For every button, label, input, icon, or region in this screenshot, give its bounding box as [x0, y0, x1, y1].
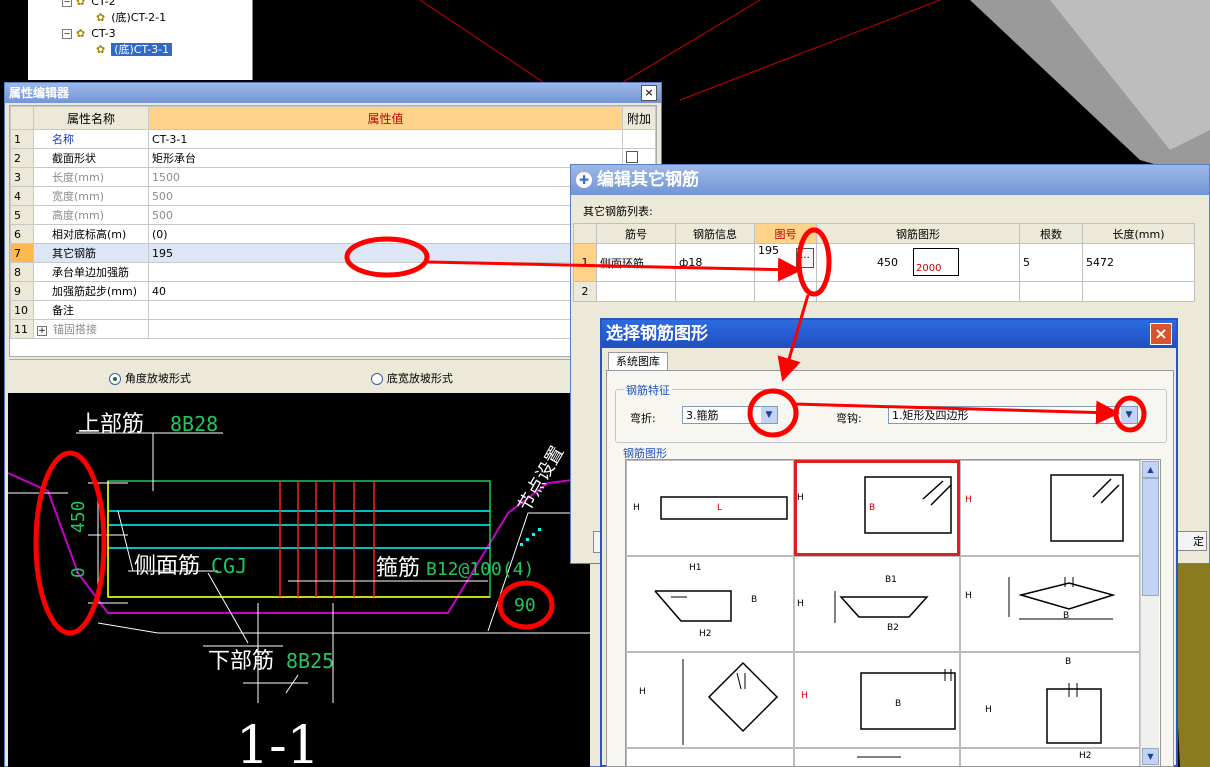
figure-picker-button[interactable]: ... [796, 248, 814, 268]
rebar-table: 筋号 钢筋信息 图号 钢筋图形 根数 长度(mm) 1 侧面环筋 ф18 195… [573, 223, 1195, 302]
rebar-list-label: 其它钢筋列表: [583, 205, 653, 218]
property-row[interactable]: 4 宽度(mm) 500 [10, 186, 656, 206]
shape-option[interactable]: H2 [960, 748, 1140, 766]
col-figure-no[interactable]: 图号 [754, 223, 817, 244]
extra-checkbox[interactable] [626, 150, 638, 163]
property-row[interactable]: 8 承台单边加强筋 [10, 262, 656, 282]
rebar-row[interactable]: 2 [573, 281, 1195, 302]
component-tree: − ✿ CT-2 ✿ (底)CT-2-1 − ✿ CT-3 ✿ (底)CT-3-1 [28, 0, 253, 80]
bottom-bar-label: 下部筋 [208, 649, 274, 674]
section-title: 1-1 [236, 716, 320, 767]
top-bar-value: 8B28 [170, 412, 218, 436]
tab-panel: 钢筋特征 弯折: 3.箍筋 ▼ 弯钩: 1.矩形及四边形 ▼ 钢筋图形 H L … [606, 370, 1174, 767]
dim-0-label: 0 [68, 567, 89, 578]
shape-option[interactable]: H B [960, 556, 1140, 652]
col-rebar-no[interactable]: 筋号 [596, 223, 676, 244]
vertical-scrollbar[interactable]: ▲ ▼ [1140, 460, 1159, 766]
property-row[interactable]: 5 高度(mm) 500 [10, 205, 656, 225]
shape-option[interactable]: H [960, 460, 1140, 556]
section-drawing: 上部筋 8B28 侧面筋 CGJ 箍筋 B12@100(4) 下部筋 8B25 … [8, 393, 590, 767]
select-shape-titlebar[interactable]: 选择钢筋图形 × [602, 320, 1176, 348]
side-bar-label: 侧面筋 [134, 554, 200, 579]
property-row[interactable]: 9 加强筋起步(mm) 40 [10, 281, 656, 301]
col-length[interactable]: 长度(mm) [1082, 223, 1195, 244]
scroll-down-icon[interactable]: ▼ [1142, 748, 1159, 765]
rebar-shape-thumbnail: 2000 [913, 248, 959, 276]
tree-item-ct-3[interactable]: − ✿ CT-3 [62, 26, 116, 42]
shape-option[interactable]: B H [960, 652, 1140, 748]
close-button[interactable]: × [641, 85, 657, 101]
shape-gallery: H L H B H H1 B H2 B1 H B2 H B H H B B H … [625, 459, 1161, 767]
property-row[interactable]: 11 + 锚固搭接 [10, 319, 656, 339]
top-bar-label: 上部筋 [78, 412, 144, 437]
scroll-thumb[interactable] [1142, 478, 1159, 596]
hook-select[interactable]: 1.矩形及四边形 ▼ [888, 406, 1138, 424]
feature-group: 钢筋特征 弯折: 3.箍筋 ▼ 弯钩: 1.矩形及四边形 ▼ [615, 382, 1167, 443]
radio-unselected-icon [371, 372, 383, 385]
slope-options: 角度放坡形式 底宽放坡形式 [9, 359, 655, 392]
shape-option[interactable]: H B [794, 652, 960, 748]
property-row-selected[interactable]: 7 其它钢筋 195 [10, 243, 656, 263]
property-row[interactable]: 1 名称 CT-3-1 [10, 129, 656, 149]
col-header-name[interactable]: 属性名称 [33, 106, 149, 130]
col-header-value[interactable]: 属性值 [148, 106, 623, 130]
scroll-up-icon[interactable]: ▲ [1142, 461, 1159, 478]
side-bar-value: CGJ [211, 554, 247, 578]
shape-option[interactable]: B1 H B2 [794, 556, 960, 652]
tree-item-ct-3-1[interactable]: ✿ (底)CT-3-1 [96, 42, 173, 58]
tree-item-ct-2[interactable]: − ✿ CT-2 [62, 0, 116, 10]
component-icon: ✿ [76, 0, 86, 8]
bottom-bar-value: 8B25 [286, 649, 334, 673]
rebar-shape-cell[interactable]: 450 2000 [816, 243, 1020, 282]
property-row[interactable]: 10 备注 [10, 300, 656, 320]
property-row[interactable]: 6 相对底标高(m) (0) [10, 224, 656, 244]
tab-system-library[interactable]: 系统图库 [608, 352, 668, 371]
col-header-extra[interactable]: 附加 [622, 106, 656, 130]
property-row[interactable]: 2 截面形状 矩形承台 [10, 148, 656, 168]
col-rebar-shape[interactable]: 钢筋图形 [816, 223, 1020, 244]
select-shape-window: 选择钢筋图形 × 系统图库 钢筋特征 弯折: 3.箍筋 ▼ 弯钩: 1.矩形及四… [600, 318, 1178, 767]
rebar-row[interactable]: 1 侧面环筋 ф18 195 ... 450 2000 5 5472 [573, 243, 1195, 282]
edit-rebar-titlebar[interactable]: ✚ 编辑其它钢筋 [571, 165, 1209, 195]
stirrup-label: 箍筋 [376, 556, 420, 581]
shape-option[interactable]: H1 B H2 [626, 556, 794, 652]
expand-icon[interactable]: + [37, 326, 47, 336]
chevron-down-icon[interactable]: ▼ [1121, 407, 1137, 423]
radio-selected-icon [109, 372, 121, 385]
shape-option[interactable]: H L [626, 460, 794, 556]
app-icon: ✚ [576, 172, 592, 188]
stirrup-value: B12@100(4) [426, 559, 534, 580]
radio-width-slope[interactable]: 底宽放坡形式 [371, 370, 453, 386]
component-icon: ✿ [76, 27, 86, 40]
close-button[interactable]: × [1150, 323, 1172, 345]
shape-option[interactable] [794, 748, 960, 766]
property-grid: 属性名称 属性值 附加 1 名称 CT-3-1 2 截面形状 矩形承台 3 长度(mm) 1… [9, 105, 657, 357]
component-icon: ✿ [96, 11, 106, 24]
node-setting-label: 节点设置 [514, 443, 568, 516]
radio-angle-slope[interactable]: 角度放坡形式 [109, 370, 191, 386]
shape-option[interactable]: H [626, 652, 794, 748]
component-icon: ✿ [96, 43, 106, 56]
shape-option-selected[interactable]: H B [794, 460, 960, 556]
col-count[interactable]: 根数 [1019, 223, 1083, 244]
angle-label: 90 [514, 595, 536, 616]
col-rebar-info[interactable]: 钢筋信息 [675, 223, 755, 244]
chevron-down-icon[interactable]: ▼ [761, 407, 777, 423]
bend-select[interactable]: 3.箍筋 ▼ [682, 406, 778, 424]
shape-option[interactable] [626, 748, 794, 766]
property-editor-titlebar[interactable]: 属性编辑器 × [5, 83, 661, 103]
tree-item-ct-2-1[interactable]: ✿ (底)CT-2-1 [96, 10, 166, 26]
dim-450-label: 450 [68, 500, 89, 533]
collapse-icon[interactable]: − [62, 0, 72, 7]
collapse-icon[interactable]: − [62, 29, 72, 39]
section-drawing-canvas: 上部筋 8B28 侧面筋 CGJ 箍筋 B12@100(4) 下部筋 8B25 … [8, 412, 590, 767]
property-row[interactable]: 3 长度(mm) 1500 [10, 167, 656, 187]
